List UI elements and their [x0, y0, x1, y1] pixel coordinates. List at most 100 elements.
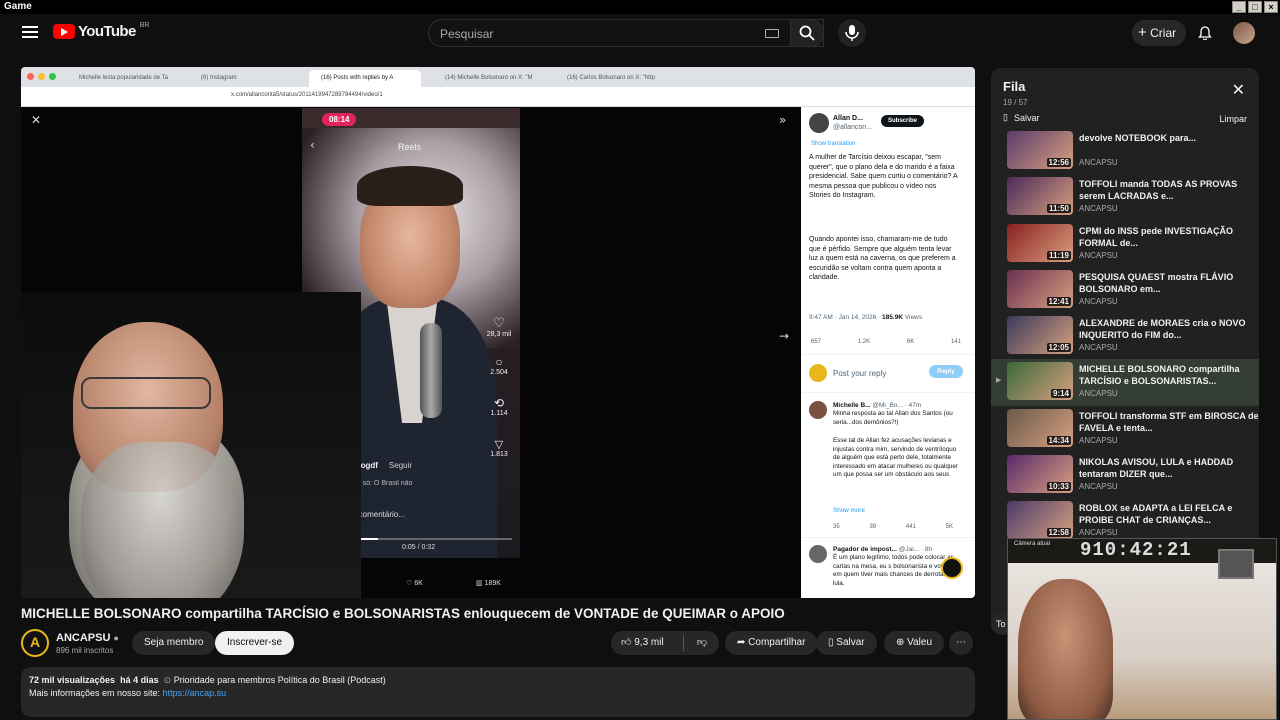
queue-item-channel: ANCAPSU	[1079, 158, 1118, 167]
queue-save-button[interactable]: ▯ Salvar	[1003, 112, 1039, 123]
browser-tab-strip: Michelle lesta popularidade de Ta (6) In…	[21, 67, 975, 87]
glasses	[81, 377, 211, 409]
channel-name[interactable]: ANCAPSU ●	[56, 632, 119, 644]
close-icon[interactable]: ✕	[1232, 80, 1245, 99]
video-player[interactable]: Michelle lesta popularidade de Ta (6) In…	[21, 67, 975, 598]
window-controls: _ □ ×	[1232, 1, 1278, 13]
maximize-icon[interactable]: □	[1248, 1, 1262, 13]
logo-text: YouTube	[78, 23, 136, 40]
queue-item-title: devolve NOTEBOOK para...	[1079, 133, 1197, 143]
camera-label: Câmera atual	[1014, 541, 1051, 547]
like-button[interactable]: 👍︎ 9,3 mil	[611, 631, 683, 655]
search-button[interactable]	[790, 19, 824, 47]
close-icon[interactable]: ×	[1264, 1, 1278, 13]
bookmark-count: 141	[950, 339, 961, 345]
reply1-stats: 35 39 441 5K	[833, 524, 953, 530]
reel-likes: ♡ 28,3 mil	[484, 315, 514, 338]
show-translation-link[interactable]: Show translation	[811, 140, 855, 150]
members-icon: ⊙	[163, 675, 172, 685]
search-input[interactable]	[440, 27, 740, 41]
host-webcam	[21, 292, 361, 598]
minimize-icon[interactable]: _	[1232, 1, 1246, 13]
duration-badge: 12:05	[1046, 343, 1071, 353]
next-arrow-icon: →	[779, 329, 790, 343]
queue-item-title: MICHELLE BOLSONARO compartilha TARCÍSIO …	[1079, 364, 1240, 387]
like-count: 9,3 mil	[634, 637, 664, 648]
website-link[interactable]: https://ancap.su	[163, 688, 227, 698]
channel-avatar[interactable]	[21, 629, 49, 657]
join-button[interactable]: Seja membro	[132, 631, 216, 655]
create-label: Criar	[1150, 26, 1177, 40]
tweet-body-1: A mulher de Tarcísio deixou escapar, "se…	[809, 154, 958, 199]
reply1-text2: Esse tal de Allan fez acusações levianas…	[833, 437, 958, 478]
youtube-play-icon	[53, 24, 75, 39]
reel-comments: ○ 2.504	[484, 355, 514, 376]
subscribe-button[interactable]: Inscrever-se	[215, 631, 295, 655]
tweet-body-2: Quando apontei isso, chamaram-me de tudo…	[809, 236, 956, 281]
queue-item-channel: ANCAPSU	[1079, 296, 1118, 306]
mac-window-buttons	[27, 73, 56, 80]
queue-item[interactable]: 14:34 TOFFOLI transforma STF em BIROSCA d…	[991, 406, 1259, 452]
reply-button[interactable]: Reply	[929, 365, 963, 378]
bookmark-icon: ▯	[828, 637, 834, 648]
description-meta: 72 mil visualizações há 4 dias ⊙ Priorid…	[29, 675, 386, 685]
queue-item[interactable]: 12:41 PESQUISA QUAEST mostra FLÁVIO BOLSO…	[991, 267, 1259, 313]
like-dislike-group: 👍︎ 9,3 mil 👎︎	[611, 631, 719, 655]
dislike-button[interactable]: 👎︎	[685, 631, 719, 655]
microphone-image	[420, 323, 442, 418]
queue-clear-button[interactable]: Limpar	[1219, 114, 1247, 124]
video-thumbnail: 12:41	[1007, 269, 1073, 308]
thumbs-up-icon: 👍︎	[621, 637, 632, 648]
tweet-stats: 657 1.2K 6K 141	[811, 338, 961, 348]
reply2-text: É um plano legítimo, todos pode colocar …	[833, 554, 954, 587]
queue-item[interactable]: 12:05 ALEXANDRE de MORAES cria o NOVO INQ…	[991, 313, 1259, 359]
back-arrow-icon: ‹	[310, 138, 315, 152]
share-icon: ➦	[737, 637, 746, 648]
youtube-logo[interactable]: YouTube BR	[53, 22, 150, 40]
queue-item-channel: ANCAPSU	[1079, 435, 1118, 445]
keyboard-icon[interactable]	[765, 29, 779, 38]
reel-shares: ▽ 1.813	[484, 438, 514, 458]
create-button[interactable]: + Criar	[1132, 20, 1186, 46]
bookmark-icon: ▯	[1003, 112, 1008, 122]
video-thumbnail: 10:33	[1007, 455, 1073, 494]
thanks-button[interactable]: ⊕ Valeu	[884, 631, 945, 655]
save-button[interactable]: ▯ Salvar	[816, 631, 877, 655]
queue-item[interactable]: 10:33 NIKOLAS AVISOU, LULA e HADDAD tenta…	[991, 452, 1259, 498]
voice-search-button[interactable]	[838, 19, 866, 47]
queue-item[interactable]: 11:50 TOFFOLI manda TODAS AS PROVAS serem…	[991, 174, 1259, 220]
description-box[interactable]: 72 mil visualizações há 4 dias ⊙ Priorid…	[21, 667, 975, 717]
reply-input[interactable]: Post your reply	[833, 369, 886, 379]
tweet-handle: @allancon...	[833, 124, 873, 131]
repost-count: 1.2K	[857, 339, 871, 345]
video-thumbnail: 14:34	[1007, 408, 1073, 447]
queue-item[interactable]: 11:19 CPMI do INSS pede INVESTIGAÇÃO FORM…	[991, 221, 1259, 267]
share-button[interactable]: ➦ Compartilhar	[725, 631, 818, 655]
account-avatar[interactable]	[1233, 22, 1255, 44]
more-icon: ⋯	[956, 637, 966, 648]
queue-item[interactable]: ▶ 9:14 MICHELLE BOLSONARO compartilha TARC…	[991, 359, 1259, 406]
subscribe-button[interactable]: Subscribe	[881, 115, 925, 127]
queue-item-title: TOFFOLI transforma STF em BIROSCA de FAV…	[1079, 410, 1259, 433]
queue-item-title: CPMI do INSS pede INVESTIGAÇÃO FORMAL de…	[1079, 225, 1234, 248]
menu-icon[interactable]	[22, 26, 38, 38]
queue-item[interactable]: 12:56 devolve NOTEBOOK para... ANCAPSU	[991, 128, 1259, 174]
reply1-text1: Minha resposta ao tal Allan dos Santos (…	[833, 410, 953, 426]
tweet-meta: 9:47 AM · Jan 14, 2026 · 185.9K Views	[809, 314, 923, 321]
x-post-panel: Allan D... @allancon... Subscribe Show t…	[801, 107, 975, 598]
duration-badge: 9:14	[1050, 389, 1071, 399]
video-thumbnail: 9:14	[1007, 362, 1073, 401]
window-title: Game	[4, 1, 32, 12]
video-title: MICHELLE BOLSONARO compartilha TARCÍSIO …	[21, 606, 785, 621]
send-icon: ▽	[494, 439, 504, 451]
queue-item-channel: ANCAPSU	[1079, 343, 1118, 353]
more-actions-button[interactable]: ⋯	[949, 631, 973, 655]
show-more-link[interactable]: Show more	[833, 506, 865, 516]
queue-title: Fila	[1003, 79, 1026, 94]
close-media-icon: ✕	[31, 113, 42, 127]
plus-icon: +	[1138, 24, 1147, 41]
notifications-bell-icon[interactable]	[1198, 26, 1212, 40]
video-thumbnail: 12:05	[1007, 316, 1073, 355]
media-likes: ♡ 6K	[406, 580, 423, 587]
logo-region: BR	[139, 22, 150, 29]
